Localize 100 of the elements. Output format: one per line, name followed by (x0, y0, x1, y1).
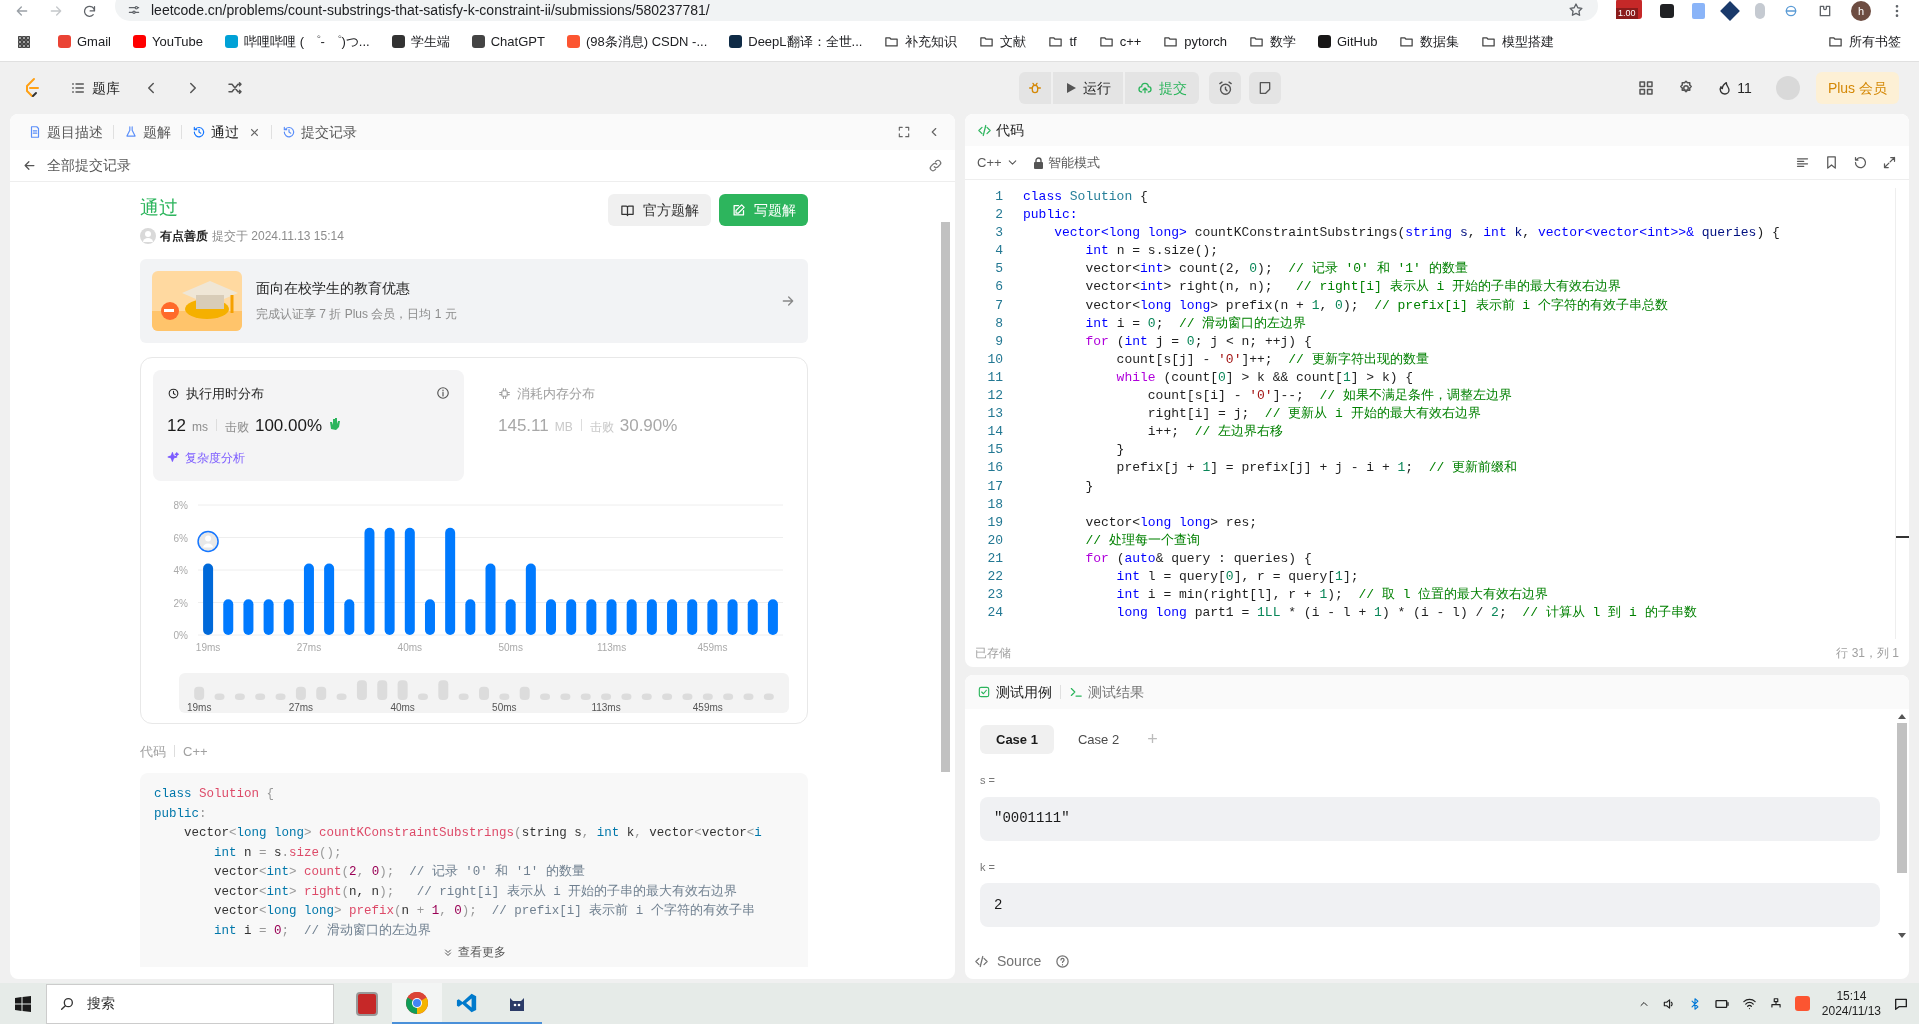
problem-list-button[interactable]: 题库 (70, 77, 120, 99)
extension-icon[interactable]: 1.00 (1616, 0, 1642, 19)
info-icon[interactable] (436, 386, 450, 401)
scroll-down-icon[interactable] (1898, 933, 1906, 939)
case-tab[interactable]: Case 1 (980, 725, 1054, 754)
bookmark-item[interactable]: 数学 (1248, 31, 1296, 52)
case-tab[interactable]: Case 2 (1061, 725, 1136, 754)
distribution-bar[interactable] (203, 563, 214, 635)
shuffle-icon[interactable] (226, 79, 244, 97)
smart-mode-toggle[interactable]: 智能模式 (1032, 152, 1100, 173)
distribution-bar[interactable] (707, 598, 718, 635)
distribution-bar[interactable] (727, 598, 738, 635)
back-arrow-icon[interactable] (22, 158, 37, 173)
distribution-bar[interactable] (646, 598, 657, 635)
username[interactable]: 有点善质 (160, 226, 208, 245)
distribution-bar[interactable] (243, 598, 254, 635)
distribution-bar[interactable] (667, 598, 678, 635)
windows-start-icon[interactable] (15, 995, 31, 1012)
distribution-bar[interactable] (263, 598, 274, 635)
distribution-bar[interactable] (364, 527, 375, 635)
bookmark-item[interactable]: 数据集 (1399, 31, 1460, 52)
profile-avatar[interactable]: h (1851, 1, 1871, 21)
distribution-bar[interactable] (404, 527, 415, 635)
address-bar[interactable]: leetcode.cn/problems/count-substrings-that-satisfy-k-constraint-ii/submissions/580237781/ (115, 0, 1598, 21)
official-solution-button[interactable]: 官方题解 (608, 194, 711, 226)
distribution-bar[interactable] (485, 563, 496, 635)
panel-tab[interactable]: 通过 (188, 121, 265, 143)
bookmark-item[interactable]: tf (1048, 31, 1077, 52)
distribution-bar[interactable] (324, 563, 335, 635)
distribution-bar[interactable] (303, 563, 314, 635)
complexity-analysis-link[interactable]: 复杂度分析 (167, 448, 450, 467)
format-icon[interactable] (1795, 155, 1810, 170)
bookmark-item[interactable]: ChatGPT (471, 31, 545, 52)
apps-grid-icon[interactable] (16, 33, 32, 50)
expand-icon[interactable] (1882, 155, 1897, 170)
distribution-bar[interactable] (606, 598, 617, 635)
bookmark-star-icon[interactable] (1568, 2, 1584, 18)
scrollbar-thumb[interactable] (1897, 723, 1907, 873)
distribution-bar[interactable] (223, 598, 234, 635)
bookmark-item[interactable]: GitHub (1317, 31, 1378, 52)
bookmark-item[interactable]: DeepL翻译：全世... (729, 31, 863, 52)
reload-icon[interactable] (82, 3, 97, 19)
reset-icon[interactable] (1853, 155, 1868, 170)
help-icon[interactable] (1055, 953, 1071, 969)
alarm-button[interactable] (1209, 72, 1242, 104)
panel-tab[interactable]: 题目描述 (24, 121, 107, 143)
scroll-up-icon[interactable] (1898, 713, 1906, 719)
distribution-bar[interactable] (687, 598, 698, 635)
test-panel-tab[interactable]: 测试用例 (977, 681, 1052, 703)
taskbar-app-icon[interactable] (392, 983, 442, 1024)
debug-button[interactable] (1019, 72, 1052, 104)
distribution-bar[interactable] (344, 598, 355, 635)
panel-tab[interactable]: 提交记录 (278, 121, 361, 143)
distribution-bar[interactable] (465, 598, 476, 635)
distribution-bar[interactable] (445, 527, 456, 635)
bookmark-item[interactable]: (98条消息) CSDN -... (566, 31, 708, 52)
layout-grid-icon[interactable] (1637, 79, 1656, 97)
bookmark-item[interactable]: c++ (1098, 31, 1142, 52)
language-selector[interactable]: C++ (977, 152, 1019, 173)
speaker-icon[interactable] (1661, 996, 1676, 1011)
all-submissions-link[interactable]: 全部提交记录 (47, 155, 131, 176)
bookmark-item[interactable]: 补充知识 (884, 31, 958, 52)
test-panel-tab[interactable]: 测试结果 (1069, 681, 1144, 703)
distribution-bar[interactable] (767, 598, 778, 635)
metric-card[interactable]: 执行用时分布 12 ms 击败 100.00% 复杂度分析 (153, 369, 464, 481)
maximize-icon[interactable] (897, 125, 911, 139)
distribution-bar[interactable] (425, 598, 435, 635)
link-icon[interactable] (928, 158, 943, 173)
clock[interactable]: 15:14 2024/11/13 (1821, 988, 1881, 1019)
panel-tab[interactable]: 题解 (120, 121, 175, 143)
app-tray-icon[interactable] (1794, 996, 1810, 1011)
distribution-bar[interactable] (747, 598, 758, 635)
bookmark-icon[interactable] (1824, 155, 1839, 170)
source-link[interactable]: Source (997, 950, 1042, 972)
notes-button[interactable] (1249, 72, 1282, 104)
distribution-bar[interactable] (525, 563, 536, 635)
back-icon[interactable] (14, 3, 30, 19)
bookmark-item[interactable]: 模型搭建 (1481, 31, 1555, 52)
distribution-bar[interactable] (546, 598, 556, 635)
scrollbar-thumb[interactable] (940, 222, 950, 772)
run-button[interactable]: 运行 (1053, 72, 1124, 104)
show-more-button[interactable]: 查看更多 (442, 943, 506, 963)
distribution-bar[interactable] (586, 598, 597, 635)
distribution-bar[interactable] (566, 598, 577, 635)
distribution-bar[interactable] (384, 527, 395, 635)
bookmark-item[interactable]: YouTube (132, 31, 204, 52)
all-bookmarks-item[interactable]: 所有书签 (1828, 31, 1901, 52)
distribution-bar[interactable] (505, 598, 516, 635)
site-settings-icon[interactable] (127, 3, 141, 17)
bookmark-item[interactable]: pytorch (1163, 31, 1227, 52)
promo-banner[interactable]: 面向在校学生的教育优惠 完成认证享 7 折 Plus 会员，日均 1 元 (140, 258, 808, 343)
streak-counter[interactable]: 11 (1717, 77, 1752, 99)
parameter-input[interactable]: 2 (980, 883, 1880, 927)
bookmark-item[interactable]: 学生端 (391, 31, 450, 52)
bookmark-item[interactable]: 文献 (979, 31, 1027, 52)
bookmark-item[interactable]: 哔哩哔哩 ( ゜- ゜)つ... (225, 31, 370, 52)
distribution-bar[interactable] (283, 598, 294, 635)
distribution-bar[interactable] (626, 598, 637, 635)
parameter-input[interactable]: "0001111" (980, 796, 1880, 841)
range-overview[interactable]: 19ms 27ms 40ms 50ms 113ms 459ms (179, 672, 789, 713)
